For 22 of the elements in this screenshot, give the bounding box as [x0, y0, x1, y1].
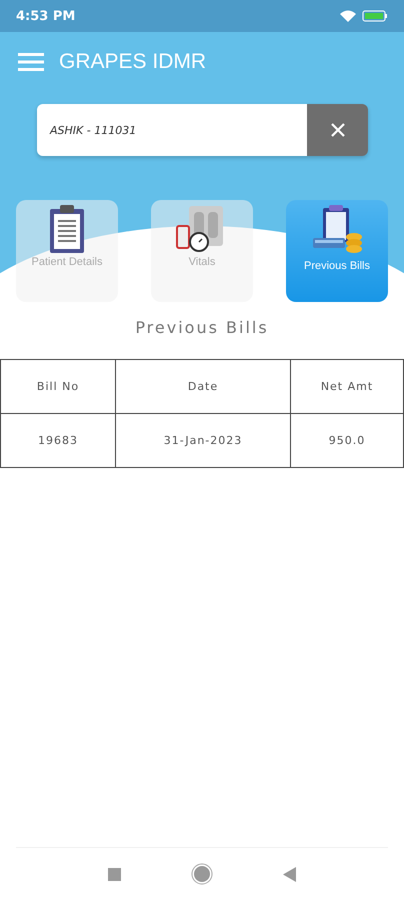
battery-icon: [362, 10, 388, 22]
clear-button[interactable]: [307, 104, 368, 156]
table-cell: 950.0: [291, 414, 404, 468]
column-header: Date: [116, 360, 291, 414]
table-cell: 31-Jan-2023: [116, 414, 291, 468]
clipboard-icon: [47, 204, 87, 254]
status-time: 4:53 PM: [16, 8, 76, 24]
app-title: GRAPES IDMR: [59, 50, 206, 74]
close-icon: [330, 123, 344, 137]
home-icon[interactable]: [191, 863, 213, 885]
column-header: Net Amt: [291, 360, 404, 414]
section-title: Previous Bills: [134, 318, 270, 337]
back-icon[interactable]: [283, 866, 296, 882]
menu-tile[interactable]: Previous Bills: [286, 200, 388, 302]
menu-tile[interactable]: Patient Details: [16, 200, 118, 302]
column-header: Bill No: [1, 360, 116, 414]
menu-icon[interactable]: [18, 52, 44, 72]
wifi-icon: [340, 10, 356, 22]
recents-icon[interactable]: [108, 868, 121, 880]
patient-search-field[interactable]: ASHIK - 111031: [37, 104, 307, 156]
table-cell: 19683: [1, 414, 116, 468]
menu-tile[interactable]: Vitals: [151, 200, 253, 302]
